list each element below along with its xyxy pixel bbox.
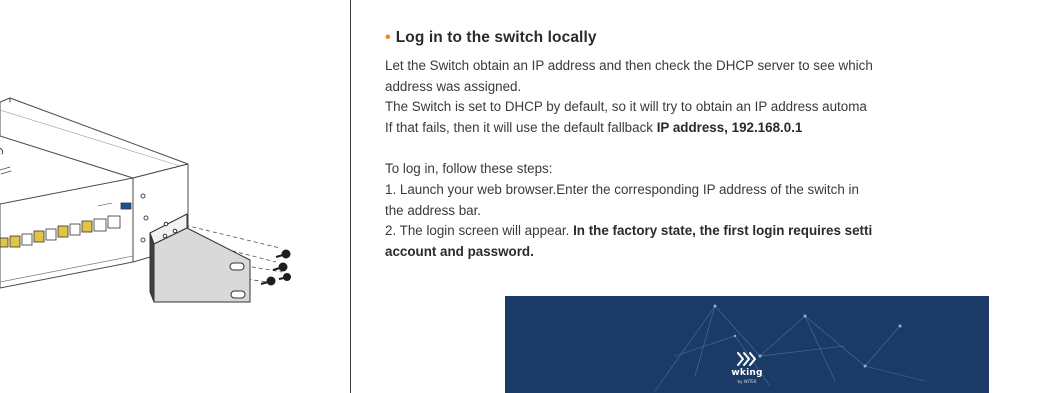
- para-default-line1: The Switch is set to DHCP by default, so…: [385, 99, 867, 115]
- para-default-line2: If that fails, then it will use the defa…: [385, 118, 1049, 139]
- steps-intro: To log in, follow these steps:: [385, 161, 553, 177]
- para-dhcp-line2: address was assigned.: [385, 78, 522, 94]
- logo-sub: by WITEK: [737, 379, 757, 384]
- column-divider: [350, 0, 351, 393]
- fallback-ip: IP address, 192.168.0.1: [656, 119, 803, 135]
- login-instructions: • Log in to the switch locally Let the Sw…: [385, 28, 1049, 262]
- wking-logo-icon: [737, 352, 756, 366]
- bullet-icon: •: [385, 29, 391, 46]
- section-heading: • Log in to the switch locally: [385, 28, 1049, 48]
- rack-mount-illustration: [0, 97, 291, 303]
- fallback-prefix: If that fails, then it will use the defa…: [385, 119, 657, 135]
- login-screen-preview: wking by WITEK: [505, 296, 989, 393]
- step1-line2: the address bar.: [385, 202, 482, 218]
- step1-line1: 1. Launch your web browser.Enter the cor…: [385, 181, 859, 197]
- step2-bold: In the factory state, the first login re…: [573, 223, 873, 239]
- step2-bold-cont: account and password.: [385, 243, 534, 259]
- manual-page: • Log in to the switch locally Let the Sw…: [0, 0, 1049, 393]
- logo-brand: wking: [731, 368, 763, 378]
- step2-line2: account and password.: [385, 242, 1049, 263]
- screws: [260, 249, 291, 286]
- rack-bracket: [149, 213, 251, 303]
- para-dhcp-line1: Let the Switch obtain an IP address and …: [385, 58, 873, 73]
- heading-text: Log in to the switch locally: [395, 29, 597, 46]
- step2-line1: 2. The login screen will appear. In the …: [385, 221, 1049, 242]
- step2-prefix: 2. The login screen will appear.: [385, 223, 574, 239]
